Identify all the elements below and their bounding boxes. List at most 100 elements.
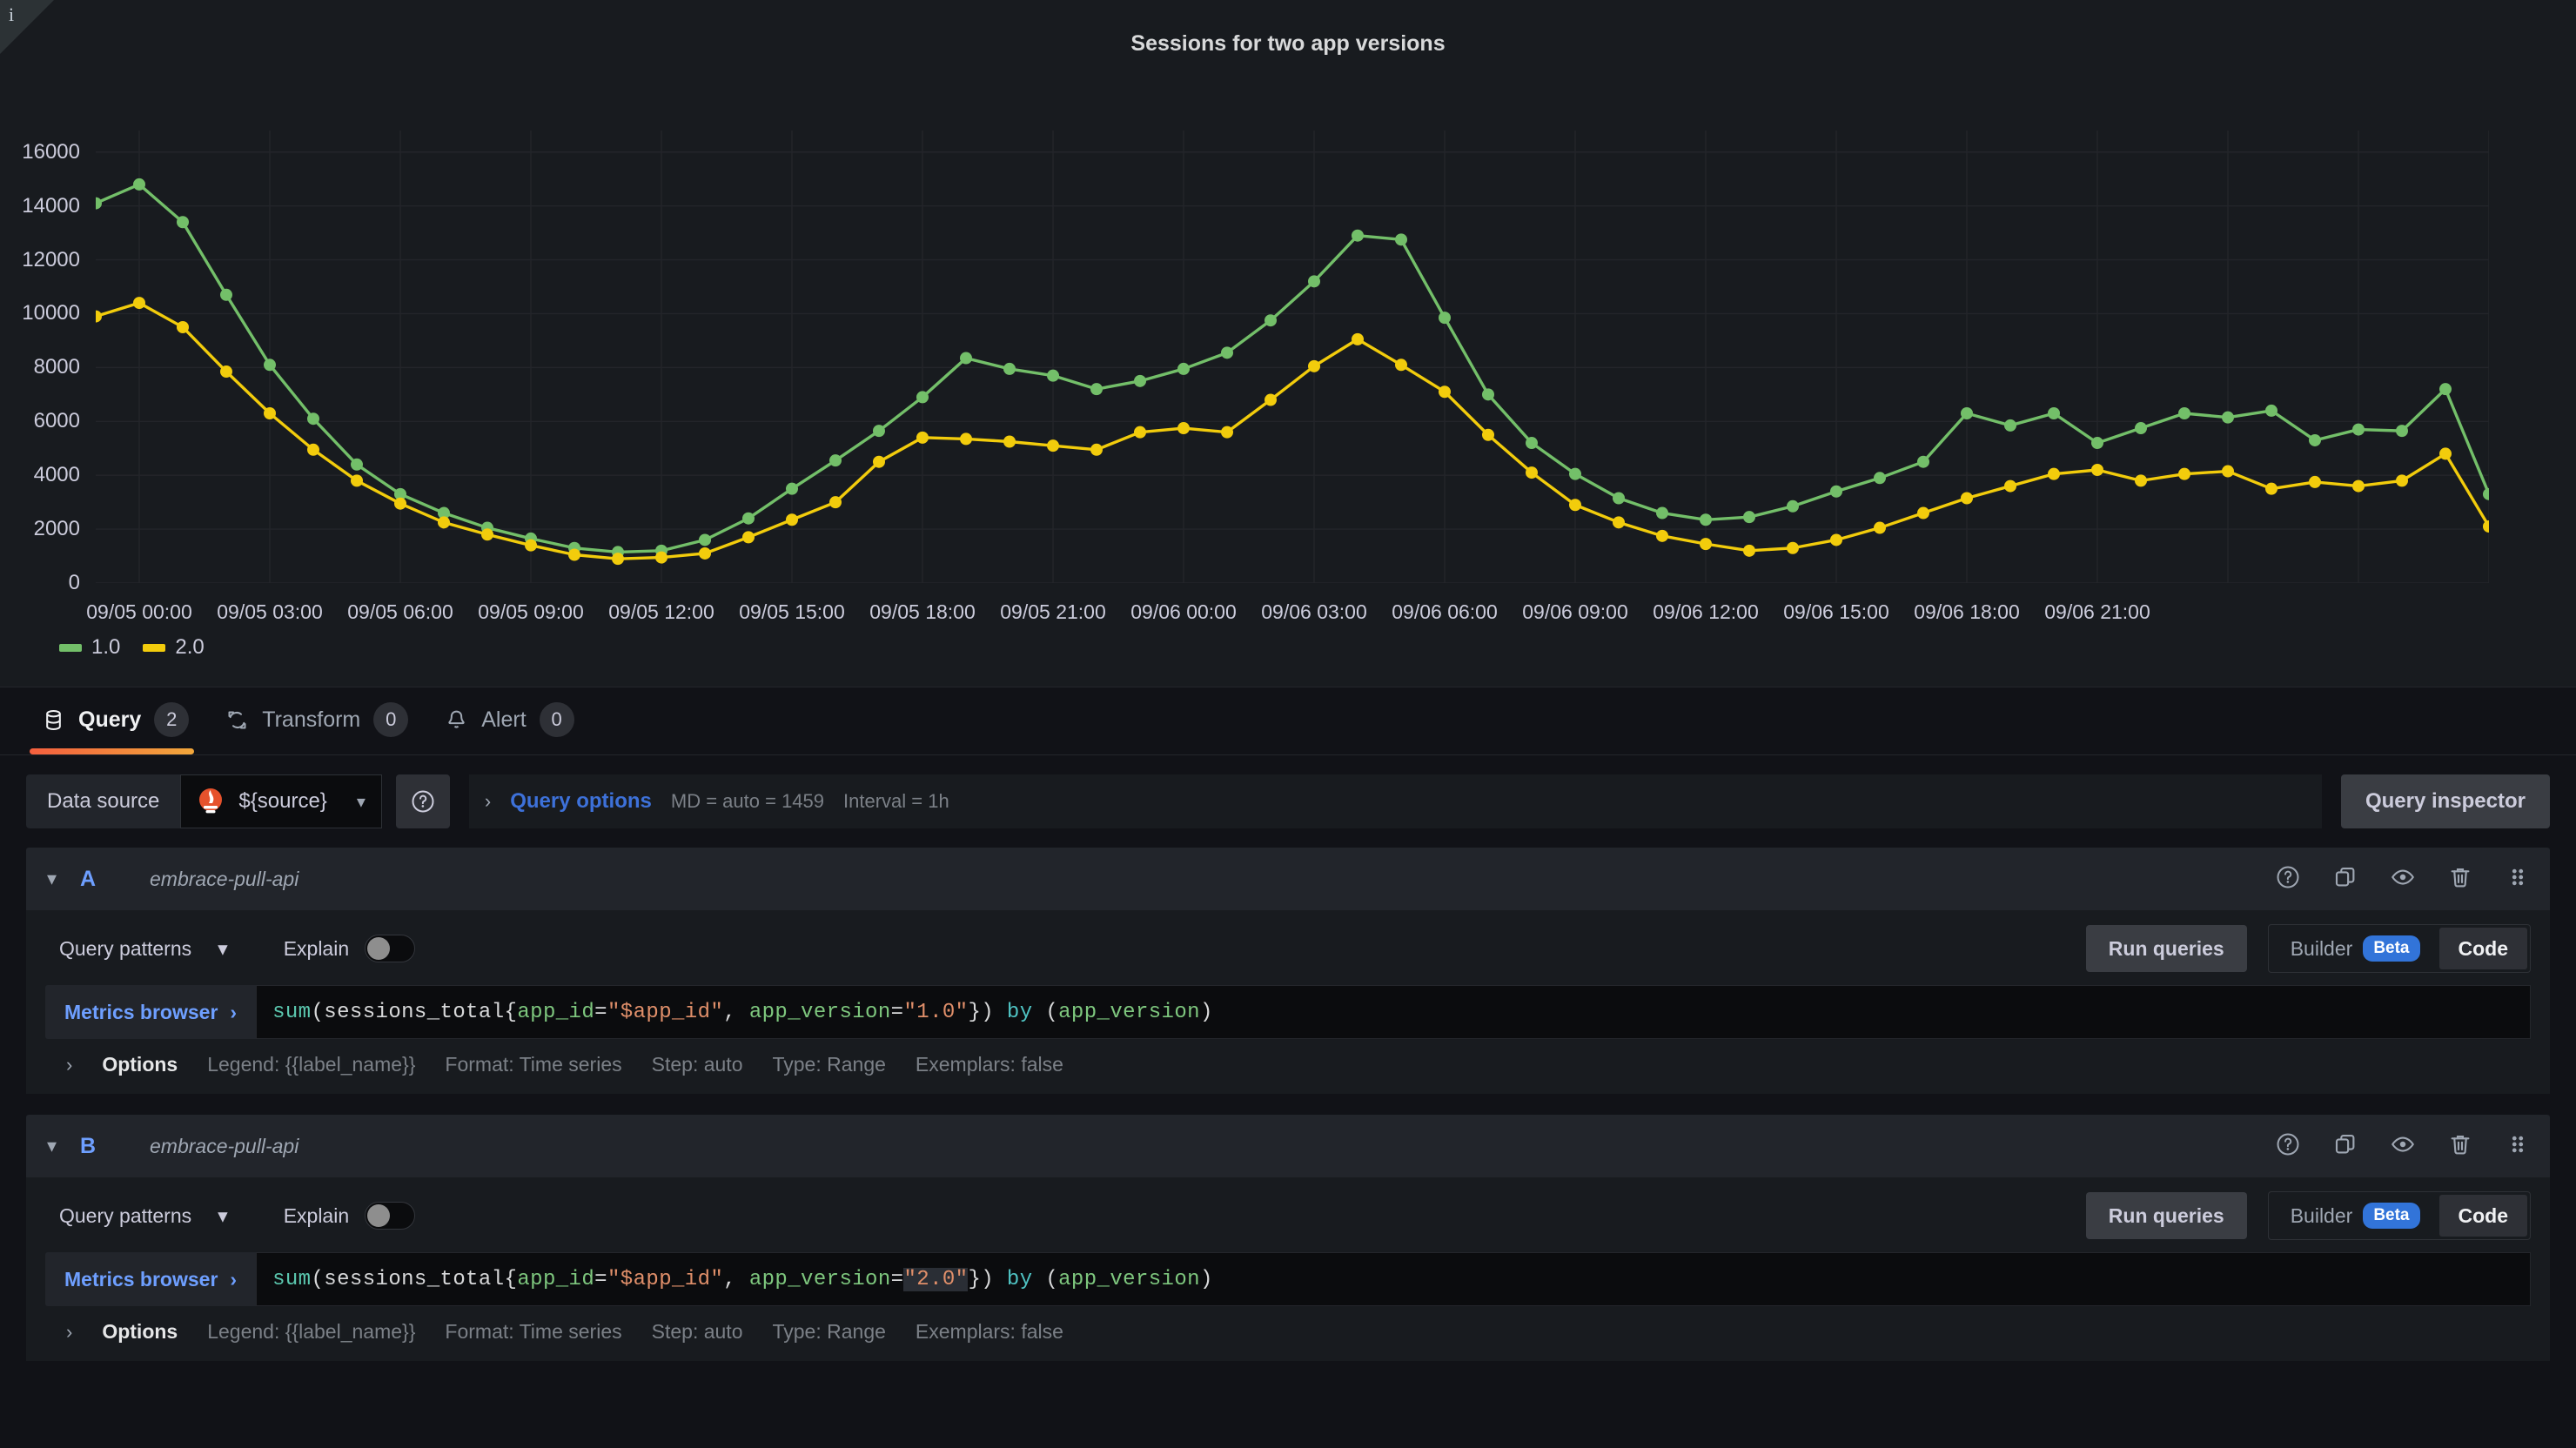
query-patterns-button[interactable]: Query patterns ▾ [45, 1197, 242, 1235]
help-icon[interactable] [2275, 864, 2301, 895]
mode-code-option[interactable]: Code [2438, 928, 2527, 969]
x-axis-tick: 09/05 00:00 [86, 600, 192, 623]
query-inspector-button[interactable]: Query inspector [2340, 774, 2550, 828]
legend-item[interactable]: 1.0 [59, 635, 120, 660]
query-list: ▾ Aembrace-pull-api Query patterns ▾ Explain… [0, 848, 2576, 1361]
x-axis-tick: 09/05 21:00 [1000, 600, 1106, 623]
legend-label: 2.0 [175, 635, 205, 659]
chevron-right-icon[interactable]: › [66, 1321, 72, 1344]
promql-token: "$app_id" [607, 1000, 724, 1024]
chevron-down-icon[interactable]: ▾ [47, 1135, 80, 1157]
query-actions [2275, 1131, 2531, 1162]
info-icon[interactable]: i [9, 5, 14, 24]
query-row-A: ▾ Aembrace-pull-api Query patterns ▾ Explain… [26, 848, 2550, 1094]
mode-builder-label: Builder [2290, 936, 2353, 960]
mode-builder-option[interactable]: Builder Beta [2271, 1195, 2439, 1237]
legend-item[interactable]: 2.0 [143, 635, 205, 660]
chevron-down-icon: ▾ [218, 1203, 228, 1227]
option-summary-item: Format: Time series [445, 1320, 622, 1343]
chevron-right-icon: › [230, 1000, 238, 1023]
query-header: ▾ Aembrace-pull-api [26, 848, 2550, 910]
y-axis-tick: 8000 [33, 355, 80, 379]
explain-label: Explain [283, 936, 350, 960]
page-title: Sessions for two app versions [1130, 31, 1446, 56]
datasource-row: Data source ${source} ▾ › Query options … [0, 755, 2576, 848]
query-refid[interactable]: A [80, 867, 150, 892]
promql-token: }) [968, 1000, 1007, 1024]
max-data-points-info: MD = auto = 1459 [670, 790, 825, 812]
promql-token: app_version [1058, 1267, 1200, 1291]
promql-token: = [890, 1000, 904, 1024]
explain-toggle[interactable] [365, 1202, 416, 1230]
datasource-picker[interactable]: ${source} ▾ [180, 774, 382, 828]
y-axis-tick: 6000 [33, 409, 80, 433]
y-axis-tick: 12000 [22, 247, 80, 272]
eye-icon[interactable] [2390, 864, 2416, 895]
query-body: Query patterns ▾ Explain Run queries Builder… [26, 1177, 2550, 1361]
query-patterns-label: Query patterns [59, 936, 192, 960]
mode-builder-label: Builder [2290, 1203, 2353, 1227]
y-axis-tick: 10000 [22, 301, 80, 325]
chevron-down-icon[interactable]: ▾ [47, 868, 80, 890]
chevron-right-icon[interactable]: › [66, 1054, 72, 1076]
x-axis-tick: 09/06 15:00 [1783, 600, 1889, 623]
beta-badge: Beta [2363, 1203, 2420, 1229]
x-axis-tick: 09/05 03:00 [217, 600, 323, 623]
drag-handle-icon[interactable] [2505, 1131, 2531, 1162]
promql-expression-input[interactable]: sum (sessions_total{app_id = "$app_id", app… [256, 985, 2531, 1039]
query-body: Query patterns ▾ Explain Run queries Builder… [26, 910, 2550, 1094]
metrics-browser-button[interactable]: Metrics browser › [45, 985, 257, 1039]
query-options-bar[interactable]: › Query options MD = auto = 1459 Interva… [468, 774, 2322, 828]
datasource-help-button[interactable] [395, 774, 450, 828]
query-options-summary: › Options Legend: {{label_name}} Format: Ti… [26, 1306, 2550, 1356]
option-summary-item: Step: auto [651, 1320, 743, 1343]
x-axis-tick: 09/06 12:00 [1653, 600, 1759, 623]
duplicate-icon[interactable] [2332, 864, 2358, 895]
query-options-title[interactable]: Query options [510, 789, 652, 814]
trash-icon[interactable] [2447, 864, 2473, 895]
options-toggle[interactable]: Options [102, 1053, 178, 1076]
chart-plot-area [96, 131, 2489, 583]
x-axis-tick: 09/05 12:00 [608, 600, 714, 623]
query-patterns-button[interactable]: Query patterns ▾ [45, 930, 242, 968]
promql-token: app_version [748, 1000, 891, 1024]
tab-alert[interactable]: Alert 0 [433, 702, 598, 754]
x-axis-tick: 09/06 00:00 [1130, 600, 1237, 623]
mode-builder-option[interactable]: Builder Beta [2271, 928, 2439, 969]
legend-color-swatch [59, 643, 82, 652]
query-datasource-name: embrace-pull-api [150, 867, 299, 890]
duplicate-icon[interactable] [2332, 1131, 2358, 1162]
option-summary-item: Format: Time series [445, 1053, 622, 1076]
explain-toggle[interactable] [365, 935, 416, 962]
run-queries-button[interactable]: Run queries [2085, 925, 2247, 972]
query-patterns-label: Query patterns [59, 1203, 192, 1227]
options-toggle[interactable]: Options [102, 1320, 178, 1344]
tab-query[interactable]: Query 2 [30, 702, 213, 754]
help-icon[interactable] [2275, 1131, 2301, 1162]
run-queries-button[interactable]: Run queries [2085, 1192, 2247, 1239]
query-refid[interactable]: B [80, 1134, 150, 1159]
x-axis-labels: 09/05 00:00 09/05 03:00 09/05 06:00 09/05 0… [86, 600, 2489, 635]
tab-label: Query [78, 707, 142, 732]
trash-icon[interactable] [2447, 1131, 2473, 1162]
transform-icon [225, 708, 249, 732]
metrics-browser-button[interactable]: Metrics browser › [45, 1252, 257, 1306]
promql-expression-input[interactable]: sum (sessions_total{app_id = "$app_id", app… [256, 1252, 2531, 1306]
x-axis-tick: 09/05 18:00 [869, 600, 976, 623]
tab-transform[interactable]: Transform 0 [213, 702, 433, 754]
mode-code-option[interactable]: Code [2438, 1195, 2527, 1237]
promql-token: ) [1199, 1000, 1213, 1024]
timeseries-panel: i Sessions for two app versions 0 2000 400… [0, 0, 2576, 700]
toggle-knob [367, 1204, 391, 1227]
editor-mode-switch: Builder Beta Code [2267, 1191, 2531, 1240]
promql-token: sum [272, 1000, 312, 1024]
eye-icon[interactable] [2390, 1131, 2416, 1162]
promql-token: by [1006, 1267, 1033, 1291]
bell-icon [445, 708, 468, 732]
drag-handle-icon[interactable] [2505, 864, 2531, 895]
option-summary-item: Step: auto [651, 1053, 743, 1076]
explain-label: Explain [283, 1203, 350, 1227]
promql-token: ( [1032, 1000, 1059, 1024]
x-axis-tick: 09/06 06:00 [1392, 600, 1498, 623]
database-icon [42, 708, 65, 732]
